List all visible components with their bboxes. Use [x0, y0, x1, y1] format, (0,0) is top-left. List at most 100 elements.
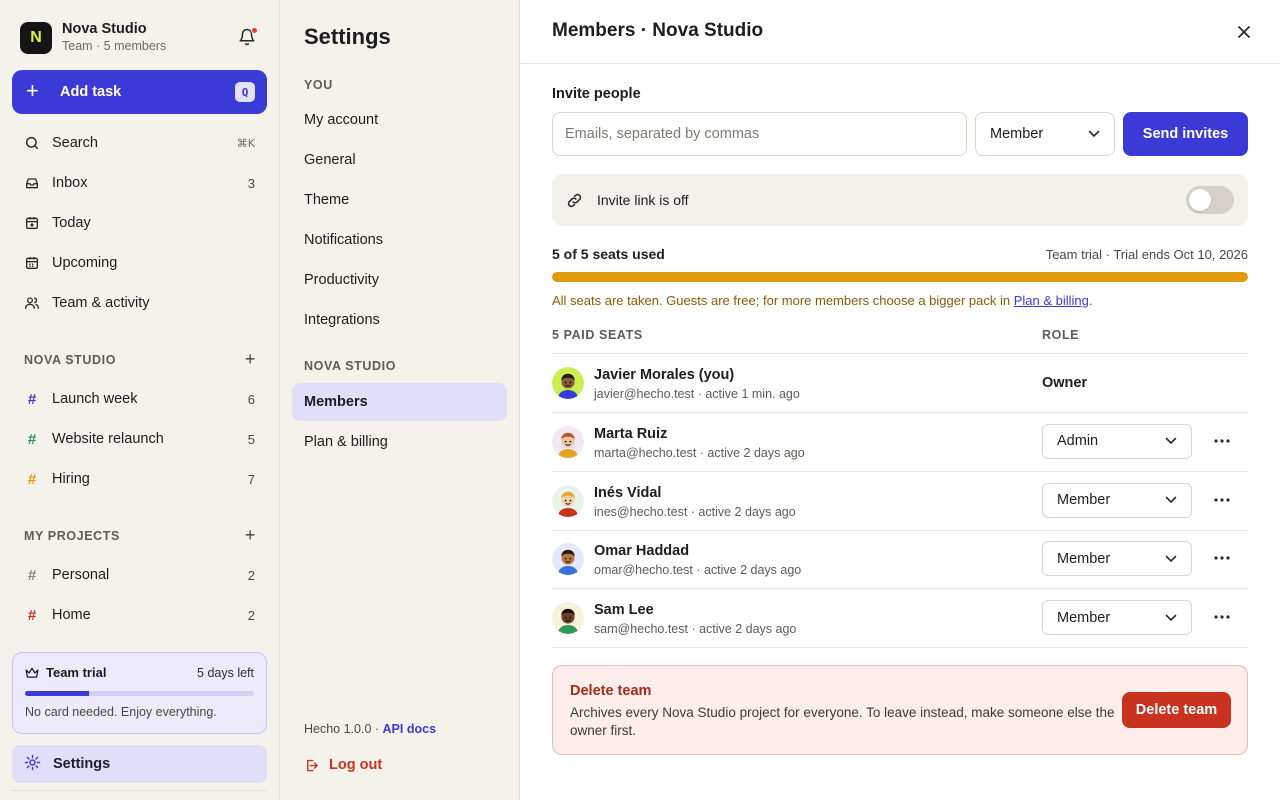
api-docs-link[interactable]: API docs	[383, 722, 437, 736]
member-role-select[interactable]: Member	[1042, 600, 1192, 635]
nav-item-label: Upcoming	[52, 255, 118, 271]
settings-label: Settings	[53, 756, 111, 772]
more-options-icon[interactable]	[1212, 607, 1232, 627]
add-task-label: Add task	[60, 84, 122, 100]
nav-item-search[interactable]: Search ⌘K	[12, 125, 267, 161]
settings-item-integrations[interactable]: Integrations	[292, 301, 507, 339]
invite-label: Invite people	[552, 86, 641, 102]
project-count: 7	[247, 471, 255, 487]
project-count: 2	[247, 567, 255, 583]
seats-note: All seats are taken. Guests are free; fo…	[552, 293, 1093, 308]
settings-item-productivity[interactable]: Productivity	[292, 261, 507, 299]
nav-item-count: 3	[247, 175, 255, 191]
project-count: 6	[247, 391, 255, 407]
more-options-icon[interactable]	[1212, 490, 1232, 510]
avatar	[552, 367, 584, 399]
danger-text: Archives every Nova Studio project for e…	[570, 705, 1115, 738]
member-role-owner: Owner	[1042, 375, 1088, 391]
calendar-today-icon	[24, 215, 40, 231]
settings-section-you: YOU	[304, 78, 333, 92]
hash-icon: #	[27, 606, 37, 624]
seats-used: 5 of 5 seats used	[552, 246, 665, 262]
nav-item-team-activity[interactable]: Team & activity	[12, 285, 267, 321]
member-name: Inés Vidal	[594, 484, 662, 501]
link-icon	[567, 193, 582, 207]
project-item-launch-week[interactable]: # Launch week 6	[12, 381, 267, 417]
settings-item-theme[interactable]: Theme	[292, 181, 507, 219]
project-item-personal[interactable]: # Personal 2	[12, 557, 267, 593]
add-project-icon[interactable]: +	[245, 525, 256, 546]
trial-progress-fill	[25, 691, 90, 696]
nav-item-inbox[interactable]: Inbox 3	[12, 165, 267, 201]
member-role-select[interactable]: Member	[1042, 541, 1192, 577]
nav-item-label: Team & activity	[52, 295, 150, 311]
chevron-down-icon	[1165, 555, 1177, 562]
more-options-icon[interactable]	[1212, 431, 1232, 451]
member-name: Javier Morales (you)	[594, 367, 735, 383]
settings-item-my-account[interactable]: My account	[292, 101, 507, 139]
member-role-select[interactable]: Member	[1042, 482, 1192, 518]
member-role-value: Member	[1057, 609, 1111, 626]
invite-link-toggle[interactable]	[1186, 186, 1234, 214]
invite-role-select[interactable]: Member	[975, 112, 1115, 156]
invite-email-input[interactable]	[552, 112, 967, 156]
chevron-down-icon	[1165, 614, 1177, 621]
hash-icon: #	[27, 470, 37, 488]
seats-note-suffix: .	[1088, 293, 1093, 308]
settings-item-general[interactable]: General	[292, 141, 507, 179]
bell-icon[interactable]	[238, 27, 258, 48]
section-title: NOVA STUDIO	[24, 352, 117, 367]
chevron-down-icon	[1088, 130, 1100, 138]
project-label: Personal	[52, 567, 110, 583]
add-project-icon[interactable]: +	[245, 349, 256, 370]
project-item-home[interactable]: # Home 2	[12, 597, 267, 633]
send-invites-button[interactable]: Send invites	[1123, 112, 1248, 156]
version-info: Hecho 1.0.0 · API docs	[304, 722, 436, 736]
member-row: Sam Lee sam@hecho.test · active 2 days a…	[552, 589, 1248, 648]
member-email-activity: javier@hecho.test · active 1 min. ago	[594, 387, 800, 401]
trial-progress-bar	[25, 691, 254, 696]
trial-note: No card needed. Enjoy everything.	[25, 705, 217, 719]
trial-title: Team trial	[46, 665, 107, 680]
nav-item-settings[interactable]: Settings	[12, 745, 267, 783]
nav-item-label: Inbox	[52, 175, 88, 191]
member-role-value: Admin	[1057, 433, 1099, 450]
settings-item-notifications[interactable]: Notifications	[292, 221, 507, 259]
delete-team-button[interactable]: Delete team	[1122, 692, 1231, 728]
team-name: Nova Studio	[62, 21, 147, 38]
logout-button[interactable]: Log out	[304, 754, 382, 776]
member-name: Sam Lee	[594, 602, 654, 618]
project-item-hiring[interactable]: # Hiring 7	[12, 461, 267, 497]
trial-card[interactable]: Team trial 5 days left No card needed. E…	[12, 652, 267, 734]
member-row: Inés Vidal ines@hecho.test · active 2 da…	[552, 472, 1248, 531]
team-subtitle: Team · 5 members	[62, 39, 167, 54]
nav-item-upcoming[interactable]: Upcoming	[12, 245, 267, 281]
nav-item-today[interactable]: Today	[12, 205, 267, 241]
settings-item-plan-billing[interactable]: Plan & billing	[292, 423, 507, 461]
avatar	[552, 543, 584, 576]
avatar	[552, 484, 584, 517]
project-count: 2	[247, 607, 255, 623]
project-label: Hiring	[52, 471, 90, 487]
project-label: Website relaunch	[52, 431, 164, 447]
project-item-website-relaunch[interactable]: # Website relaunch 5	[12, 421, 267, 457]
invite-link-row: Invite link is off	[552, 174, 1248, 226]
add-task-button[interactable]: + Add task Q	[12, 70, 267, 114]
avatar	[552, 425, 584, 458]
member-row: Javier Morales (you) javier@hecho.test ·…	[552, 354, 1248, 413]
logout-icon	[307, 759, 318, 771]
section-header-my-projects: MY PROJECTS +	[24, 525, 256, 546]
panel-header: Members · Nova Studio	[520, 0, 1280, 64]
plan-billing-link[interactable]: Plan & billing	[1014, 293, 1089, 308]
team-switcher[interactable]: N Nova Studio Team · 5 members	[20, 21, 260, 54]
hash-icon: #	[27, 390, 37, 408]
gear-icon	[24, 754, 41, 775]
nav-item-label: Today	[52, 215, 91, 231]
settings-item-members[interactable]: Members	[292, 383, 507, 421]
toggle-knob	[1189, 189, 1211, 211]
settings-title: Settings	[304, 24, 391, 49]
close-icon[interactable]	[1234, 22, 1254, 42]
member-role-select[interactable]: Admin	[1042, 423, 1192, 459]
more-options-icon[interactable]	[1212, 548, 1232, 568]
members-table-header: 5 PAID SEATS ROLE	[552, 328, 1248, 342]
